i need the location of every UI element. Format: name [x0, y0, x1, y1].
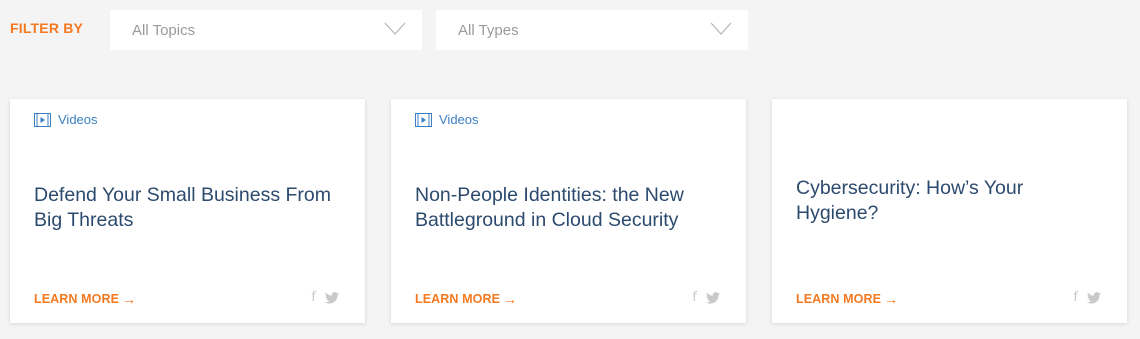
twitter-icon[interactable]: [325, 291, 339, 304]
arrow-right-icon: →: [884, 291, 899, 307]
learn-more-link[interactable]: LEARN MORE →: [34, 291, 136, 307]
resource-card[interactable]: Videos Non-People Identities: the New Ba…: [391, 99, 746, 323]
facebook-icon[interactable]: f: [1073, 290, 1078, 305]
learn-more-link[interactable]: LEARN MORE →: [415, 291, 517, 307]
types-select-value: All Types: [458, 21, 519, 39]
types-select[interactable]: All Types: [436, 10, 748, 50]
learn-more-label: LEARN MORE: [415, 292, 501, 306]
resource-card[interactable]: Videos Defend Your Small Business From B…: [10, 99, 365, 323]
video-icon: [415, 112, 432, 127]
learn-more-label: LEARN MORE: [34, 292, 120, 306]
chevron-down-icon: [384, 22, 406, 35]
facebook-icon[interactable]: f: [692, 290, 697, 305]
chevron-down-icon: [710, 22, 732, 35]
learn-more-label: LEARN MORE: [796, 292, 882, 306]
arrow-right-icon: →: [503, 291, 518, 307]
card-title[interactable]: Defend Your Small Business From Big Thre…: [34, 183, 341, 233]
card-type-tag[interactable]: Videos: [415, 112, 479, 127]
topics-select[interactable]: All Topics: [110, 10, 422, 50]
card-type-label: Videos: [58, 112, 98, 127]
twitter-icon[interactable]: [1087, 291, 1101, 304]
card-title[interactable]: Cybersecurity: How’s Your Hygiene?: [796, 176, 1103, 226]
card-title[interactable]: Non-People Identities: the New Battlegro…: [415, 183, 722, 233]
twitter-icon[interactable]: [706, 291, 720, 304]
learn-more-link[interactable]: LEARN MORE →: [796, 291, 898, 307]
video-icon: [34, 112, 51, 127]
social-share: f: [311, 290, 339, 305]
card-type-label: Videos: [439, 112, 479, 127]
filter-bar: FILTER BY All Topics All Types: [10, 10, 748, 50]
resource-card[interactable]: Cybersecurity: How’s Your Hygiene? LEARN…: [772, 99, 1127, 323]
social-share: f: [692, 290, 720, 305]
social-share: f: [1073, 290, 1101, 305]
card-type-tag[interactable]: Videos: [34, 112, 98, 127]
topics-select-value: All Topics: [132, 21, 196, 39]
arrow-right-icon: →: [122, 291, 137, 307]
facebook-icon[interactable]: f: [311, 290, 316, 305]
filter-label: FILTER BY: [10, 20, 84, 36]
